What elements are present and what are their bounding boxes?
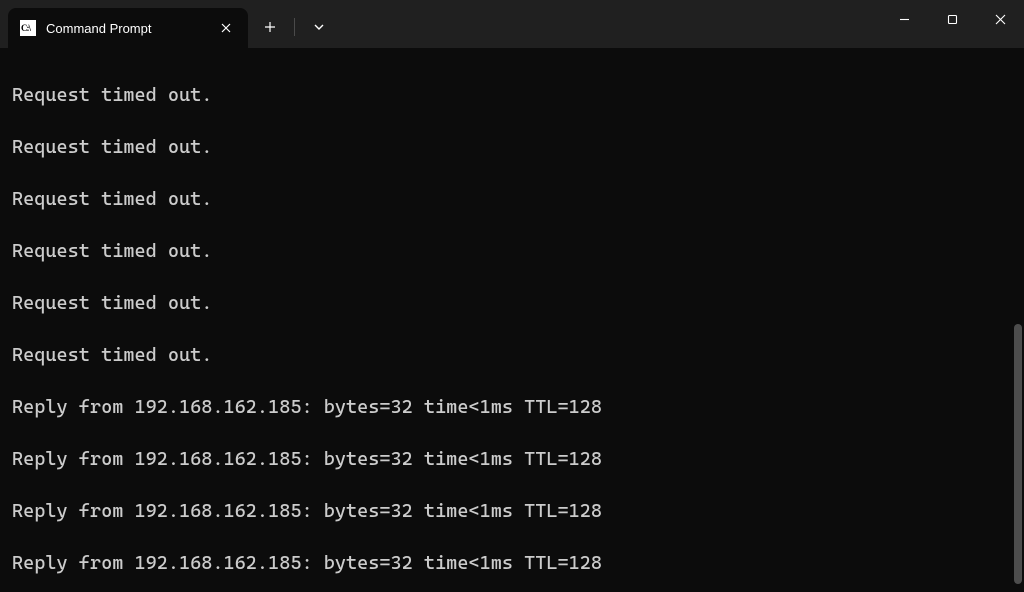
tab-divider	[294, 18, 295, 36]
tab-command-prompt[interactable]: C:\ Command Prompt	[8, 8, 248, 48]
chevron-down-icon	[313, 23, 325, 31]
output-line: Request timed out.	[12, 82, 1012, 108]
plus-icon	[264, 21, 276, 33]
tab-title: Command Prompt	[46, 21, 216, 36]
output-line: Reply from 192.168.162.185: bytes=32 tim…	[12, 550, 1012, 576]
maximize-icon	[947, 14, 958, 25]
cmd-icon: C:\	[20, 20, 36, 36]
terminal-output[interactable]: Request timed out. Request timed out. Re…	[0, 48, 1024, 592]
output-line: Reply from 192.168.162.185: bytes=32 tim…	[12, 498, 1012, 524]
minimize-button[interactable]	[880, 0, 928, 38]
maximize-button[interactable]	[928, 0, 976, 38]
close-icon	[995, 14, 1006, 25]
scrollbar-thumb[interactable]	[1014, 324, 1022, 584]
new-tab-button[interactable]	[252, 9, 288, 45]
output-line: Reply from 192.168.162.185: bytes=32 tim…	[12, 446, 1012, 472]
titlebar-drag-region[interactable]	[337, 0, 880, 48]
window-controls	[880, 0, 1024, 48]
window-close-button[interactable]	[976, 0, 1024, 38]
output-line: Reply from 192.168.162.185: bytes=32 tim…	[12, 394, 1012, 420]
tab-close-button[interactable]	[216, 18, 236, 38]
output-line: Request timed out.	[12, 342, 1012, 368]
tab-strip: C:\ Command Prompt	[0, 0, 248, 48]
output-line: Request timed out.	[12, 238, 1012, 264]
output-line: Request timed out.	[12, 290, 1012, 316]
output-line: Request timed out.	[12, 186, 1012, 212]
titlebar: C:\ Command Prompt	[0, 0, 1024, 48]
svg-text:C:\: C:\	[21, 23, 31, 33]
tab-dropdown-button[interactable]	[301, 9, 337, 45]
minimize-icon	[899, 14, 910, 25]
scrollbar[interactable]	[1012, 54, 1022, 584]
tab-actions	[248, 0, 337, 48]
output-line: Request timed out.	[12, 134, 1012, 160]
close-icon	[221, 23, 231, 33]
